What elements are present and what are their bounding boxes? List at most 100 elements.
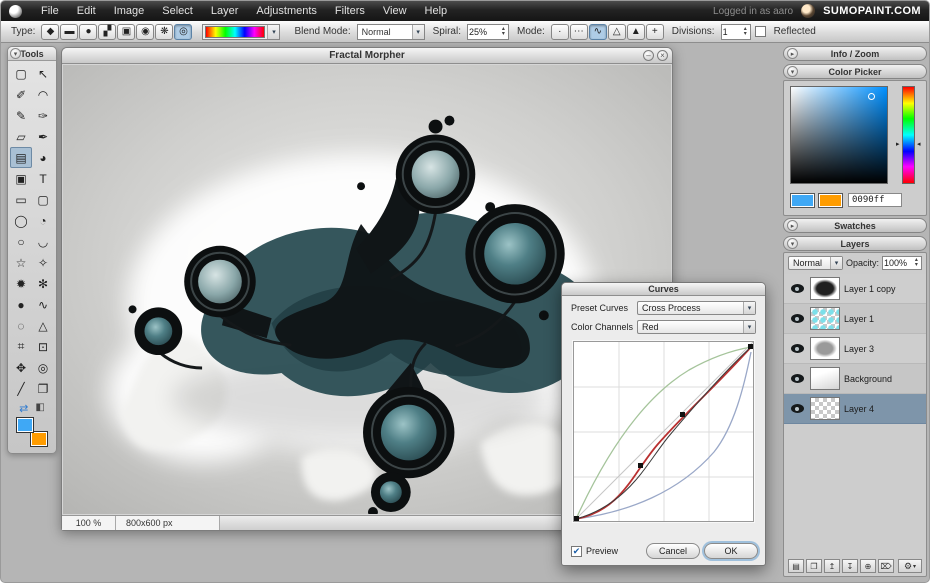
layer-row[interactable]: Layer 4 [784,394,926,424]
document-titlebar[interactable]: Fractal Morpher [62,48,672,64]
burst-tool[interactable]: ✹ [10,273,32,294]
smudge-tool[interactable]: ∿ [32,294,54,315]
color-channels-select[interactable]: Red [637,320,756,334]
sumo-logo-icon[interactable] [9,5,22,18]
blend-mode-select[interactable]: Normal [357,24,425,40]
brush-type-round-icon[interactable]: ● [79,24,97,40]
curves-graph[interactable] [573,341,754,522]
visibility-toggle[interactable] [788,314,806,323]
reflected-checkbox[interactable] [755,26,766,37]
stamp-tool[interactable]: ▣ [10,168,32,189]
new-layer-button[interactable]: ▤ [788,559,804,573]
hue-handle-icon[interactable] [896,140,900,148]
menu-item[interactable]: Filters [326,1,374,21]
hand-tool[interactable]: ✥ [10,357,32,378]
pencil-tool[interactable]: ✎ [10,105,32,126]
move-tool[interactable]: ↖ [32,63,54,84]
marquee-tool[interactable]: ▢ [10,63,32,84]
brush-type-burst-icon[interactable]: ❋ [155,24,173,40]
brush-type-spiral-icon[interactable]: ◎ [174,24,192,40]
mode-triangle-filled-icon[interactable]: ▲ [627,24,645,40]
circle-tool[interactable]: ○ [10,231,32,252]
rectangle-tool[interactable]: ▭ [10,189,32,210]
brush-type-scatter-icon[interactable]: ▞ [98,24,116,40]
menu-item[interactable]: Help [416,1,457,21]
fill-tool[interactable]: ◕ [32,147,54,168]
layers-panel-header[interactable]: Layers [783,236,927,251]
star4-tool[interactable]: ✧ [32,252,54,273]
tools-panel-header[interactable]: Tools [8,47,56,61]
hue-slider[interactable] [902,86,915,184]
lasso-tool[interactable]: ◠ [32,84,54,105]
zoom-tool[interactable]: ◎ [32,357,54,378]
divisions-stepper[interactable] [742,27,749,37]
hex-color-input[interactable] [849,195,901,205]
gradient-preset-select[interactable] [202,24,280,40]
layer-blend-mode-select[interactable]: Normal [788,256,843,270]
cancel-button[interactable]: Cancel [646,543,700,559]
mode-dotted-line-icon[interactable]: ⋯ [570,24,588,40]
flower-tool[interactable]: ✻ [32,273,54,294]
layer-row[interactable]: Layer 1 copy [784,274,926,304]
collapse-arrow-icon[interactable] [787,238,798,249]
default-colors-icon[interactable] [35,402,44,415]
line-tool[interactable]: ╱ [10,378,32,399]
delete-layer-button[interactable]: ⌦ [878,559,894,573]
minimize-window-icon[interactable] [643,50,654,61]
layer-row[interactable]: Layer 3 [784,334,926,364]
menu-item[interactable]: Adjustments [247,1,326,21]
pie-tool[interactable]: ◔ [32,210,54,231]
visibility-toggle[interactable] [788,374,806,383]
info-zoom-panel-header[interactable]: Info / Zoom [783,46,927,61]
raise-layer-button[interactable]: ↥ [824,559,840,573]
clone-tool[interactable]: ❐ [32,378,54,399]
background-color-swatch[interactable] [30,431,48,447]
background-color-chip[interactable] [818,193,843,208]
frame-tool[interactable]: ⊡ [32,336,54,357]
sharpen-tool[interactable]: △ [32,315,54,336]
sumopaint-brand-link[interactable]: SUMOPAINT.COM [823,5,921,17]
opacity-stepper[interactable] [913,258,920,268]
layer-row[interactable]: Layer 1 [784,304,926,334]
layer-options-button[interactable]: ⚙ [898,559,922,573]
mode-triangle-icon[interactable]: △ [608,24,626,40]
collapse-arrow-icon[interactable] [10,48,21,59]
brush-type-square-icon[interactable]: ▣ [117,24,135,40]
color-picker-panel-header[interactable]: Color Picker [783,64,927,79]
opacity-input[interactable] [884,258,913,268]
spiral-stepper[interactable] [500,27,507,37]
preview-checkbox[interactable] [571,546,582,557]
swatches-panel-header[interactable]: Swatches [783,218,927,233]
preset-curves-select[interactable]: Cross Process [637,301,756,315]
rounded-rect-tool[interactable]: ▢ [32,189,54,210]
menu-item[interactable]: Edit [68,1,105,21]
menu-item[interactable]: File [32,1,68,21]
brush-type-flat-icon[interactable]: ◆ [41,24,59,40]
menu-item[interactable]: Layer [202,1,248,21]
brush-type-bar-icon[interactable]: ▬ [60,24,78,40]
text-tool[interactable]: T [32,168,54,189]
ok-button[interactable]: OK [704,543,758,559]
lower-layer-button[interactable]: ↧ [842,559,858,573]
spiral-input[interactable] [469,27,500,37]
eyedropper-tool[interactable]: ✐ [10,84,32,105]
brush-type-ring-icon[interactable]: ◉ [136,24,154,40]
curves-dialog-titlebar[interactable]: Curves [562,283,765,296]
drop-tool[interactable]: ● [10,294,32,315]
menu-item[interactable]: Select [153,1,202,21]
saturation-value-square[interactable] [790,86,888,184]
collapse-arrow-icon[interactable] [787,220,798,231]
visibility-toggle[interactable] [788,404,806,413]
swap-colors-icon[interactable] [19,402,28,415]
mode-dot-icon[interactable]: · [551,24,569,40]
menu-item[interactable]: Image [105,1,154,21]
ellipse-tool[interactable]: ◯ [10,210,32,231]
visibility-toggle[interactable] [788,344,806,353]
collapse-arrow-icon[interactable] [787,66,798,77]
hue-handle-icon[interactable] [917,140,921,148]
star-tool[interactable]: ☆ [10,252,32,273]
ink-tool[interactable]: ✒ [32,126,54,147]
zoom-level[interactable]: 100 % [62,516,116,530]
eraser-tool[interactable]: ▱ [10,126,32,147]
blur-tool[interactable]: ◌ [10,315,32,336]
